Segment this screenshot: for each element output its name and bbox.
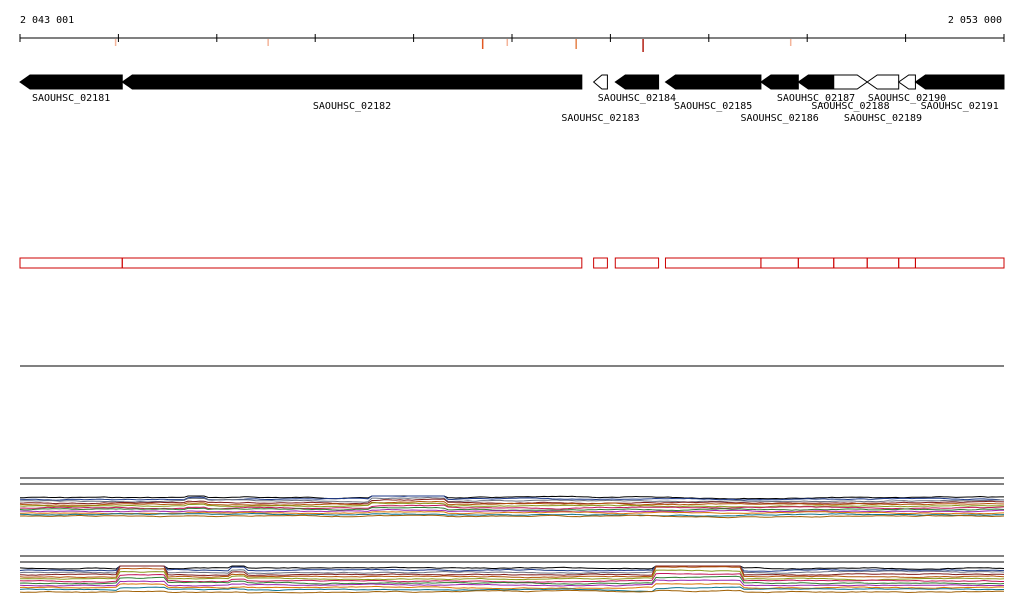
gene-label: SAOUHSC_02183 [561,113,639,124]
coordinate-end-label: 2 053 000 [948,15,1002,26]
position-ruler [19,34,1005,42]
ruler-mark [114,39,117,46]
feature-box [760,257,799,269]
gene-label: SAOUHSC_02181 [32,93,110,104]
feature-box [866,257,900,269]
ruler-mark [575,39,577,49]
feature-box-track [19,257,1005,269]
feature-box [19,257,123,269]
gene-arrow [614,74,660,90]
gene-arrow [797,74,835,90]
gene-label: SAOUHSC_02182 [313,101,391,112]
expression-track-2 [19,565,1005,594]
expression-line [19,589,1005,594]
gene-arrow [760,74,799,90]
gene-arrow [592,74,608,90]
ruler-mark [789,39,792,46]
feature-box [797,257,835,269]
gene-label: SAOUHSC_02184 [598,93,676,104]
gene-arrow [897,74,916,90]
ruler-mark [506,39,509,46]
feature-box [593,257,608,269]
ruler-mark [481,39,484,49]
gene-arrow [914,74,1005,90]
genome-browser-view: 2 043 001 2 053 000 SAOUHSC_02181SAOUHSC… [19,15,1005,594]
feature-box [833,257,868,269]
feature-box [121,257,583,269]
gene-arrow [19,74,123,90]
expression-track-1 [19,495,1005,519]
gene-arrow [866,74,900,90]
gene-label: SAOUHSC_02189 [844,113,922,124]
feature-box [664,257,762,269]
feature-box [614,257,660,269]
gene-arrow [833,74,869,90]
ruler-mark [267,39,269,46]
ruler-mark [642,39,644,52]
gene-label: SAOUHSC_02185 [674,101,752,112]
gene-label: SAOUHSC_02186 [740,113,818,124]
gene-track: SAOUHSC_02181 SAOUHSC_02182 SAOUHSC_02183 S… [19,74,1005,124]
feature-box [898,257,916,269]
coordinate-start-label: 2 043 001 [20,15,74,26]
gene-label: SAOUHSC_02191 [921,101,999,112]
gene-arrow [664,74,762,90]
feature-box [914,257,1005,269]
gene-arrow [121,74,583,90]
